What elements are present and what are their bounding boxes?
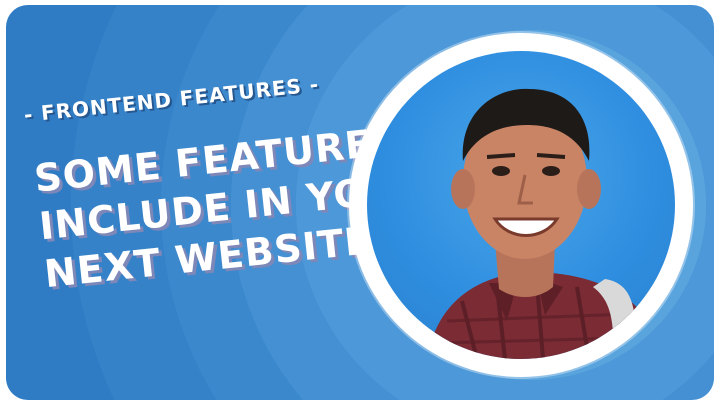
- kicker-text: - FRONTEND FEATURES -: [22, 72, 321, 127]
- portrait-ring: [349, 33, 693, 377]
- person-illustration: [427, 88, 666, 359]
- portrait-photo: [367, 51, 675, 359]
- thumbnail-card: - FRONTEND FEATURES - SOME FEATURES TO I…: [6, 5, 714, 400]
